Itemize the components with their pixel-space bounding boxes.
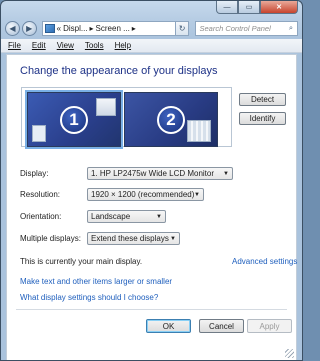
chevron-down-icon: ▼ bbox=[194, 192, 200, 198]
navigation-bar: ◀ ▶ « Displ... ▸ Screen ... ▸ ↻ Search C… bbox=[5, 19, 299, 37]
forward-button[interactable]: ▶ bbox=[21, 20, 37, 36]
forward-arrow-icon: ▶ bbox=[26, 23, 33, 33]
orientation-select[interactable]: Landscape ▼ bbox=[87, 210, 166, 223]
multiple-displays-select[interactable]: Extend these displays ▼ bbox=[87, 232, 180, 245]
multiple-displays-value: Extend these displays bbox=[91, 234, 169, 243]
maximize-button[interactable]: ▭ bbox=[238, 1, 260, 14]
display-label: Display: bbox=[20, 169, 49, 178]
breadcrumb-separator[interactable]: ▸ bbox=[132, 24, 136, 33]
search-placeholder: Search Control Panel bbox=[199, 23, 271, 33]
menu-edit[interactable]: Edit bbox=[32, 41, 46, 50]
monitor-number: 1 bbox=[60, 105, 88, 134]
menu-view[interactable]: View bbox=[57, 41, 74, 50]
monitor-arrangement: 1 2 bbox=[21, 87, 232, 149]
monitor-number: 2 bbox=[157, 105, 185, 134]
text-size-link[interactable]: Make text and other items larger or smal… bbox=[20, 277, 172, 286]
window-thumbnail-icon bbox=[32, 125, 46, 142]
caption-buttons: — ▭ ✕ bbox=[216, 1, 298, 15]
menu-bar: File Edit View Tools Help bbox=[1, 39, 302, 53]
display-select[interactable]: 1. HP LP2475w Wide LCD Monitor ▼ bbox=[87, 167, 233, 180]
back-arrow-icon: ◀ bbox=[9, 23, 16, 33]
chevron-down-icon: ▼ bbox=[223, 171, 229, 177]
resolution-select[interactable]: 1920 × 1200 (recommended) ▼ bbox=[87, 188, 204, 201]
apply-button[interactable]: Apply bbox=[247, 319, 292, 333]
page-title: Change the appearance of your displays bbox=[20, 65, 218, 77]
breadcrumb-display[interactable]: Displ... bbox=[63, 24, 87, 33]
main-display-status: This is currently your main display. bbox=[20, 257, 143, 266]
display-value: 1. HP LP2475w Wide LCD Monitor bbox=[91, 169, 215, 178]
orientation-label: Orientation: bbox=[20, 212, 62, 221]
back-button[interactable]: ◀ bbox=[5, 20, 20, 36]
resolution-label: Resolution: bbox=[20, 190, 61, 199]
breadcrumb-screen-resolution[interactable]: Screen ... bbox=[96, 24, 130, 33]
window-thumbnail-icon bbox=[96, 98, 116, 116]
breadcrumb-overflow[interactable]: « bbox=[57, 24, 61, 33]
identify-button[interactable]: Identify bbox=[239, 112, 286, 125]
monitor-1[interactable]: 1 bbox=[25, 90, 123, 149]
refresh-icon: ↻ bbox=[178, 23, 186, 33]
cancel-button[interactable]: Cancel bbox=[199, 319, 244, 333]
breadcrumb-separator[interactable]: ▸ bbox=[90, 24, 94, 33]
advanced-settings-link[interactable]: Advanced settings bbox=[232, 257, 297, 266]
address-bar[interactable]: « Displ... ▸ Screen ... ▸ bbox=[41, 20, 176, 36]
resize-grip[interactable] bbox=[285, 349, 294, 358]
monitor-2[interactable]: 2 bbox=[124, 92, 218, 147]
chevron-down-icon: ▼ bbox=[156, 214, 162, 220]
menu-tools[interactable]: Tools bbox=[85, 41, 104, 50]
window-thumbnail-icon bbox=[187, 120, 211, 142]
chevron-down-icon: ▼ bbox=[170, 236, 176, 242]
resolution-value: 1920 × 1200 (recommended) bbox=[91, 190, 195, 199]
minimize-button[interactable]: — bbox=[216, 1, 238, 14]
close-button[interactable]: ✕ bbox=[260, 1, 298, 14]
divider bbox=[16, 309, 287, 310]
menu-help[interactable]: Help bbox=[115, 41, 131, 50]
menu-file[interactable]: File bbox=[8, 41, 21, 50]
display-help-link[interactable]: What display settings should I choose? bbox=[20, 293, 158, 302]
refresh-button[interactable]: ↻ bbox=[175, 20, 190, 36]
title-bar: — ▭ ✕ ◀ ▶ « Displ... ▸ Screen ... ▸ ↻ Se… bbox=[1, 1, 302, 39]
ok-button[interactable]: OK bbox=[146, 319, 191, 333]
multiple-displays-label: Multiple displays: bbox=[20, 234, 81, 243]
content-panel: Change the appearance of your displays 1… bbox=[6, 54, 297, 360]
search-input[interactable]: Search Control Panel ⌕ bbox=[195, 20, 299, 36]
display-settings-window: — ▭ ✕ ◀ ▶ « Displ... ▸ Screen ... ▸ ↻ Se… bbox=[0, 0, 303, 361]
detect-button[interactable]: Detect bbox=[239, 93, 286, 106]
orientation-value: Landscape bbox=[91, 212, 131, 221]
search-icon[interactable]: ⌕ bbox=[285, 23, 297, 33]
control-panel-icon bbox=[44, 23, 55, 33]
